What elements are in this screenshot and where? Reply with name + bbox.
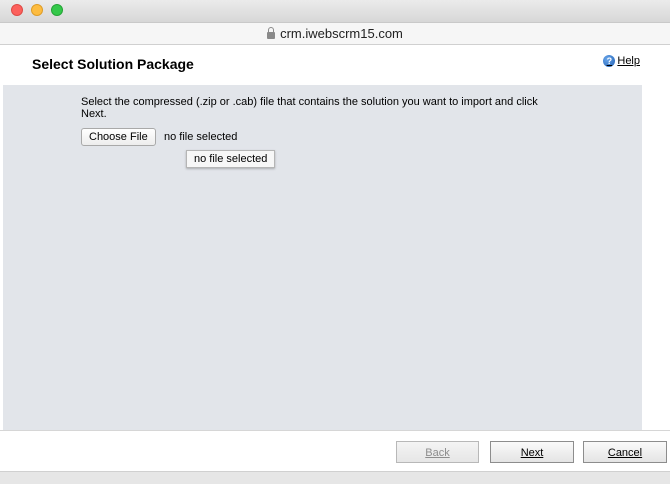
page-header: Select Solution Package ? Help xyxy=(0,45,670,85)
title-bar xyxy=(0,0,670,23)
page-title: Select Solution Package xyxy=(32,56,194,72)
footer-bar: Back Next Cancel xyxy=(0,430,670,472)
next-button[interactable]: Next xyxy=(490,441,574,463)
minimize-window-button[interactable] xyxy=(31,4,43,16)
help-link[interactable]: ? Help xyxy=(603,55,640,67)
browser-window: crm.iwebscrm15.com Select Solution Packa… xyxy=(0,0,670,484)
status-strip xyxy=(0,471,670,484)
cancel-button[interactable]: Cancel xyxy=(583,441,667,463)
address-bar[interactable]: crm.iwebscrm15.com xyxy=(0,23,670,45)
close-window-button[interactable] xyxy=(11,4,23,16)
file-tooltip: no file selected xyxy=(186,150,276,168)
address-url: crm.iwebscrm15.com xyxy=(280,26,403,41)
right-margin xyxy=(642,85,670,430)
instructions-text: Select the compressed (.zip or .cab) fil… xyxy=(81,96,538,120)
file-status-text: no file selected xyxy=(164,131,238,143)
help-icon: ? xyxy=(603,55,616,67)
choose-file-button[interactable]: Choose File xyxy=(81,128,156,146)
help-label: Help xyxy=(617,55,640,67)
lock-icon xyxy=(267,27,276,39)
zoom-window-button[interactable] xyxy=(51,4,63,16)
back-button[interactable]: Back xyxy=(396,441,479,463)
content-panel: Select the compressed (.zip or .cab) fil… xyxy=(3,85,642,430)
